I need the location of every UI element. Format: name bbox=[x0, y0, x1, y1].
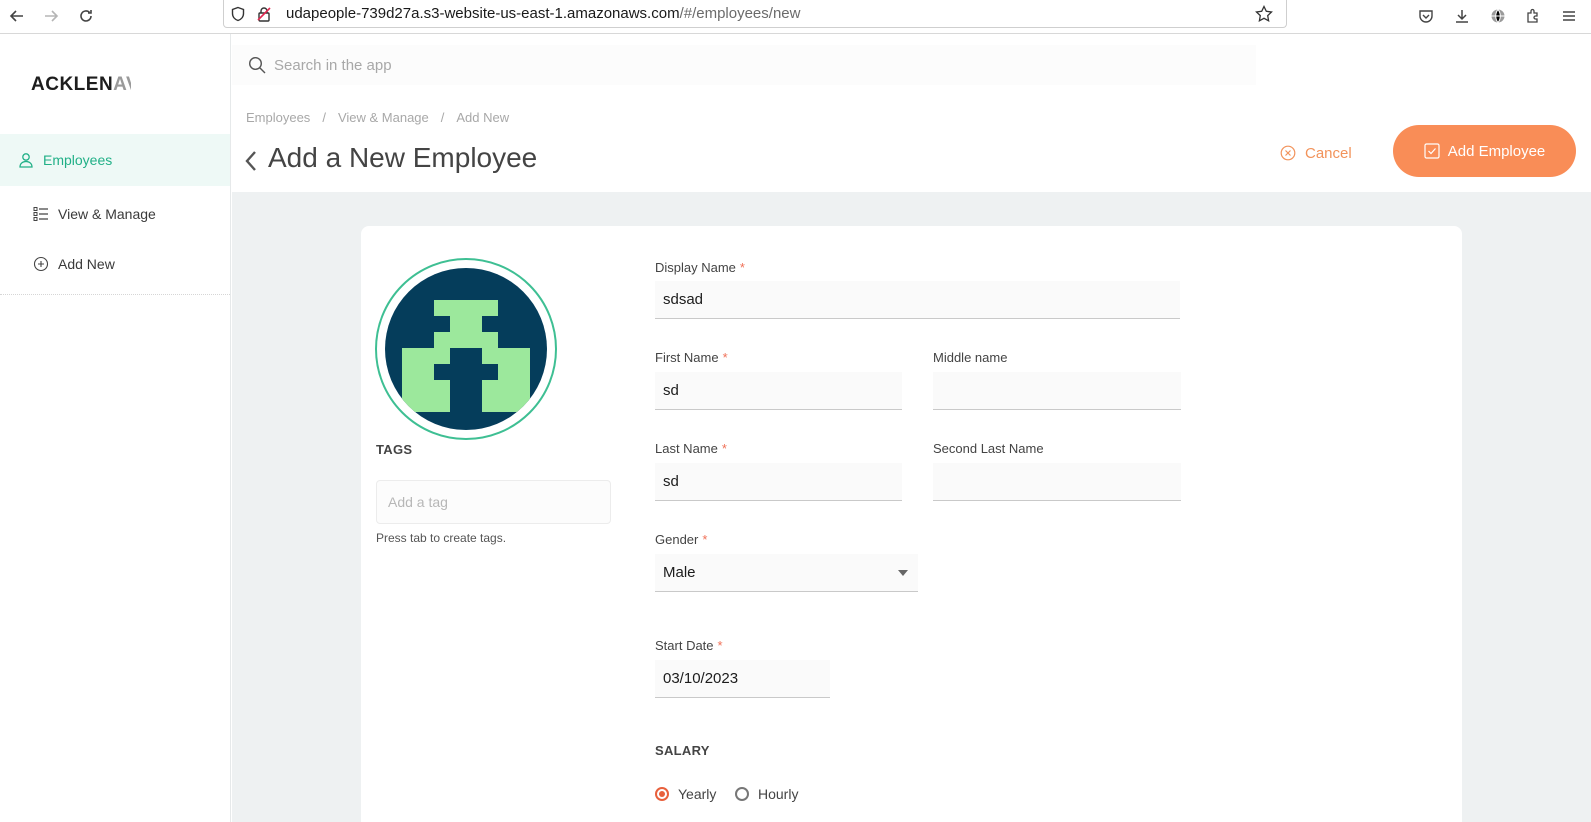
last-name-input[interactable] bbox=[655, 463, 902, 501]
start-date-label-text: Start Date bbox=[655, 638, 714, 653]
last-name-label: Last Name * bbox=[655, 441, 727, 456]
cancel-button[interactable]: Cancel bbox=[1280, 138, 1352, 168]
sidebar-item-employees[interactable]: Employees bbox=[0, 134, 230, 186]
close-circle-icon bbox=[1280, 145, 1296, 161]
employee-form-card: TAGS Press tab to create tags. Display N… bbox=[361, 226, 1462, 822]
url-host: udapeople-739d27a.s3-website-us-east-1.a… bbox=[286, 5, 680, 22]
identicon-icon bbox=[402, 300, 530, 412]
sidebar-item-label: View & Manage bbox=[58, 206, 156, 222]
breadcrumb-employees[interactable]: Employees bbox=[246, 110, 310, 125]
back-chevron-icon[interactable] bbox=[243, 148, 261, 174]
list-icon bbox=[32, 205, 50, 223]
gender-value: Male bbox=[663, 564, 696, 581]
search-icon bbox=[248, 56, 266, 74]
tags-hint: Press tab to create tags. bbox=[376, 531, 507, 545]
address-bar[interactable]: udapeople-739d27a.s3-website-us-east-1.a… bbox=[223, 0, 1287, 28]
url-path: /#/employees/new bbox=[679, 5, 801, 22]
required-marker: * bbox=[717, 638, 723, 653]
insecure-lock-icon[interactable] bbox=[254, 4, 274, 24]
salary-section-label: SALARY bbox=[655, 743, 710, 758]
second-last-name-input[interactable] bbox=[933, 463, 1181, 501]
required-marker: * bbox=[702, 532, 708, 547]
second-last-name-label: Second Last Name bbox=[933, 441, 1044, 456]
pocket-icon[interactable] bbox=[1414, 4, 1438, 28]
menu-icon[interactable] bbox=[1557, 4, 1581, 28]
first-name-input[interactable] bbox=[655, 372, 902, 410]
start-date-label: Start Date * bbox=[655, 638, 723, 653]
extensions-icon[interactable] bbox=[1521, 4, 1545, 28]
first-name-label: First Name * bbox=[655, 350, 728, 365]
radio-yearly-label: Yearly bbox=[678, 786, 717, 802]
add-employee-button[interactable]: Add Employee bbox=[1393, 125, 1576, 177]
breadcrumb-separator: / bbox=[440, 110, 445, 125]
page-title: Add a New Employee bbox=[268, 142, 538, 173]
gender-label-text: Gender bbox=[655, 532, 699, 547]
checkbox-icon bbox=[1424, 143, 1440, 159]
first-name-label-text: First Name bbox=[655, 350, 719, 365]
gender-select[interactable]: Male bbox=[655, 554, 918, 592]
breadcrumb-separator: / bbox=[322, 110, 326, 125]
logo: ACKLENAV bbox=[31, 74, 131, 96]
tags-input[interactable] bbox=[376, 480, 611, 524]
required-marker: * bbox=[721, 441, 727, 456]
dropdown-arrow-icon bbox=[898, 570, 908, 576]
globe-icon[interactable] bbox=[1486, 4, 1510, 28]
bookmark-star-icon[interactable] bbox=[1254, 4, 1274, 24]
sidebar-item-label: Employees bbox=[43, 152, 113, 168]
salary-yearly-option[interactable]: Yearly bbox=[655, 786, 716, 802]
sidebar-item-label: Add New bbox=[58, 256, 115, 272]
shield-icon[interactable] bbox=[228, 4, 248, 24]
radio-hourly-label: Hourly bbox=[758, 786, 799, 802]
user-icon bbox=[17, 151, 35, 169]
search-bar bbox=[232, 45, 1256, 85]
display-name-input[interactable] bbox=[655, 281, 1180, 319]
required-marker: * bbox=[739, 260, 745, 275]
browser-toolbar: udapeople-739d27a.s3-website-us-east-1.a… bbox=[0, 0, 1591, 34]
required-marker: * bbox=[722, 350, 728, 365]
radio-yearly[interactable] bbox=[655, 787, 669, 801]
cancel-label: Cancel bbox=[1305, 144, 1352, 162]
middle-name-input[interactable] bbox=[933, 372, 1181, 410]
reload-icon[interactable] bbox=[73, 3, 99, 29]
sidebar: ACKLENAV Employees View & Manage Add New bbox=[0, 34, 231, 822]
breadcrumb-view-manage[interactable]: View & Manage bbox=[338, 110, 429, 125]
breadcrumb: Employees / View & Manage / Add New bbox=[246, 110, 509, 125]
gender-label: Gender * bbox=[655, 532, 707, 547]
avatar-ring[interactable] bbox=[375, 258, 557, 440]
add-employee-label: Add Employee bbox=[1447, 142, 1546, 160]
start-date-input[interactable] bbox=[655, 660, 830, 698]
search-input[interactable] bbox=[274, 53, 1174, 77]
middle-name-label: Middle name bbox=[933, 350, 1008, 365]
plus-circle-icon bbox=[32, 255, 50, 273]
salary-hourly-option[interactable]: Hourly bbox=[735, 786, 798, 802]
display-name-label: Display Name * bbox=[655, 260, 745, 275]
back-arrow-icon[interactable] bbox=[4, 3, 30, 29]
url-text: udapeople-739d27a.s3-website-us-east-1.a… bbox=[286, 5, 800, 22]
display-name-label-text: Display Name bbox=[655, 260, 736, 275]
logo-text: ACKLEN bbox=[31, 74, 114, 95]
last-name-label-text: Last Name bbox=[655, 441, 718, 456]
sidebar-item-add-new[interactable]: Add New bbox=[0, 238, 230, 290]
sidebar-divider bbox=[0, 294, 230, 295]
radio-hourly[interactable] bbox=[735, 787, 749, 801]
download-icon[interactable] bbox=[1450, 4, 1474, 28]
avatar bbox=[385, 268, 547, 430]
breadcrumb-add-new: Add New bbox=[456, 110, 510, 125]
sidebar-item-view-manage[interactable]: View & Manage bbox=[0, 188, 230, 240]
forward-arrow-icon[interactable] bbox=[38, 3, 64, 29]
logo-text-fade: AV bbox=[113, 74, 131, 95]
tags-label: TAGS bbox=[376, 442, 413, 457]
